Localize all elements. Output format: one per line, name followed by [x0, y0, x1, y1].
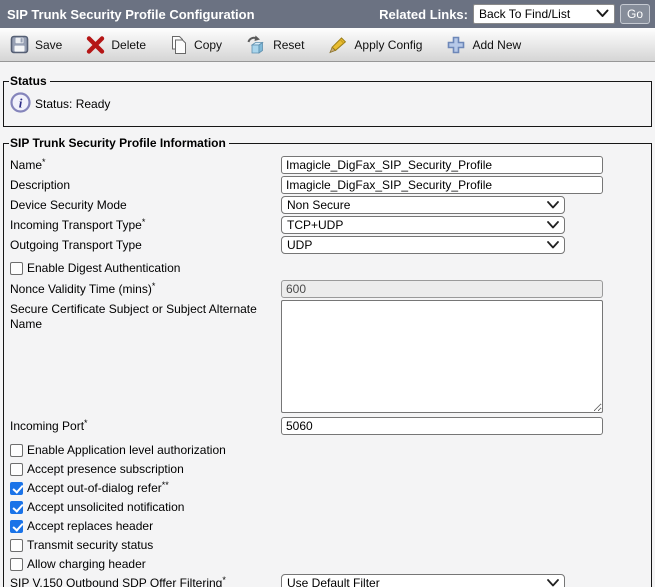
- apply-config-pencil-icon: [328, 36, 348, 54]
- enable-digest-authentication-label: Enable Digest Authentication: [27, 261, 180, 275]
- secure-cert-subject-textarea[interactable]: [281, 300, 603, 413]
- description-row: Description: [9, 176, 646, 194]
- enable-digest-auth-row: Enable Digest Authentication: [10, 261, 646, 275]
- reset-button[interactable]: Reset: [246, 35, 304, 55]
- add-new-button[interactable]: Add New: [446, 35, 521, 55]
- outgoing-transport-type-label: Outgoing Transport Type: [9, 238, 281, 253]
- outgoing-transport-type-select[interactable]: UDP: [281, 236, 565, 254]
- related-links-select[interactable]: Back To Find/List: [473, 4, 615, 24]
- chevron-down-icon: [547, 198, 559, 212]
- sip-v150-filtering-value: Use Default Filter: [287, 576, 380, 587]
- profile-info-legend: SIP Trunk Security Profile Information: [9, 136, 229, 150]
- status-section: Status i Status: Ready: [3, 74, 652, 127]
- sip-v150-filtering-select[interactable]: Use Default Filter: [281, 574, 565, 587]
- page-content: Status i Status: Ready SIP Trunk Securit…: [0, 62, 655, 587]
- accept-replaces-header-checkbox[interactable]: [10, 520, 23, 533]
- chevron-down-icon: [547, 218, 559, 232]
- accept-presence-subscription-label: Accept presence subscription: [27, 462, 184, 476]
- related-links-label: Related Links:: [379, 7, 468, 22]
- chevron-down-icon: [596, 7, 609, 21]
- chevron-down-icon: [547, 576, 559, 587]
- secure-cert-subject-label: Secure Certificate Subject or Subject Al…: [9, 300, 281, 332]
- enable-application-level-authorization-label: Enable Application level authorization: [27, 443, 226, 457]
- copy-button[interactable]: Copy: [170, 35, 222, 55]
- chevron-down-icon: [547, 238, 559, 252]
- incoming-port-label: Incoming Port*: [9, 419, 281, 434]
- apply-config-button[interactable]: Apply Config: [328, 36, 422, 54]
- accept-out-of-dialog-refer-row: Accept out-of-dialog refer**: [10, 481, 646, 495]
- status-row: i Status: Ready: [9, 89, 646, 119]
- device-security-mode-value: Non Secure: [287, 198, 350, 212]
- nonce-validity-time-label: Nonce Validity Time (mins)*: [9, 282, 281, 297]
- incoming-transport-type-row: Incoming Transport Type* TCP+UDP: [9, 216, 646, 234]
- name-row: Name*: [9, 156, 646, 174]
- name-label: Name*: [9, 158, 281, 173]
- delete-button[interactable]: Delete: [86, 36, 146, 54]
- outgoing-transport-type-row: Outgoing Transport Type UDP: [9, 236, 646, 254]
- incoming-transport-type-select[interactable]: TCP+UDP: [281, 216, 565, 234]
- description-input[interactable]: [281, 176, 603, 194]
- enable-app-level-auth-row: Enable Application level authorization: [10, 443, 646, 457]
- svg-text:i: i: [19, 95, 23, 110]
- incoming-transport-type-value: TCP+UDP: [287, 218, 343, 232]
- incoming-transport-type-label: Incoming Transport Type*: [9, 218, 281, 233]
- device-security-mode-row: Device Security Mode Non Secure: [9, 196, 646, 214]
- status-legend: Status: [9, 74, 50, 88]
- accept-replaces-header-label: Accept replaces header: [27, 519, 153, 533]
- enable-digest-authentication-checkbox[interactable]: [10, 262, 23, 275]
- save-label: Save: [35, 38, 62, 52]
- related-links-selected-value: Back To Find/List: [479, 7, 570, 21]
- accept-presence-subscription-checkbox[interactable]: [10, 463, 23, 476]
- save-icon: [10, 35, 29, 54]
- save-button[interactable]: Save: [10, 35, 62, 54]
- copy-label: Copy: [194, 38, 222, 52]
- reset-icon: [246, 35, 267, 55]
- nonce-validity-time-row: Nonce Validity Time (mins)*: [9, 280, 646, 298]
- reset-label: Reset: [273, 38, 304, 52]
- outgoing-transport-type-value: UDP: [287, 238, 312, 252]
- delete-label: Delete: [111, 38, 146, 52]
- transmit-security-status-row: Transmit security status: [10, 538, 646, 552]
- accept-unsolicited-notification-checkbox[interactable]: [10, 501, 23, 514]
- apply-config-label: Apply Config: [354, 38, 422, 52]
- sip-v150-filtering-label: SIP V.150 Outbound SDP Offer Filtering*: [9, 576, 281, 587]
- nonce-validity-time-input: [281, 280, 603, 298]
- accept-unsolicited-notification-label: Accept unsolicited notification: [27, 500, 184, 514]
- description-label: Description: [9, 178, 281, 193]
- allow-charging-header-row: Allow charging header: [10, 557, 646, 571]
- copy-icon: [170, 35, 188, 55]
- allow-charging-header-label: Allow charging header: [27, 557, 146, 571]
- transmit-security-status-label: Transmit security status: [27, 538, 153, 552]
- incoming-port-row: Incoming Port*: [9, 417, 646, 435]
- name-input[interactable]: [281, 156, 603, 174]
- toolbar: Save Delete Copy Reset: [0, 28, 655, 62]
- add-new-label: Add New: [472, 38, 521, 52]
- title-bar: SIP Trunk Security Profile Configuration…: [0, 0, 655, 28]
- allow-charging-header-checkbox[interactable]: [10, 558, 23, 571]
- page-title: SIP Trunk Security Profile Configuration: [7, 7, 379, 22]
- sip-v150-filtering-row: SIP V.150 Outbound SDP Offer Filtering* …: [9, 574, 646, 587]
- status-text: Status: Ready: [35, 97, 110, 111]
- profile-info-section: SIP Trunk Security Profile Information N…: [3, 136, 652, 587]
- info-icon: i: [10, 92, 31, 116]
- accept-replaces-header-row: Accept replaces header: [10, 519, 646, 533]
- go-button[interactable]: Go: [620, 4, 650, 24]
- device-security-mode-label: Device Security Mode: [9, 198, 281, 213]
- related-links-group: Related Links: Back To Find/List Go: [379, 4, 650, 24]
- accept-unsolicited-notification-row: Accept unsolicited notification: [10, 500, 646, 514]
- secure-cert-subject-row: Secure Certificate Subject or Subject Al…: [9, 300, 646, 413]
- device-security-mode-select[interactable]: Non Secure: [281, 196, 565, 214]
- accept-presence-subscription-row: Accept presence subscription: [10, 462, 646, 476]
- incoming-port-input[interactable]: [281, 417, 603, 435]
- delete-icon: [86, 36, 105, 54]
- enable-application-level-authorization-checkbox[interactable]: [10, 444, 23, 457]
- add-new-plus-icon: [446, 35, 466, 55]
- transmit-security-status-checkbox[interactable]: [10, 539, 23, 552]
- accept-out-of-dialog-refer-checkbox[interactable]: [10, 482, 23, 495]
- accept-out-of-dialog-refer-label: Accept out-of-dialog refer**: [27, 481, 169, 495]
